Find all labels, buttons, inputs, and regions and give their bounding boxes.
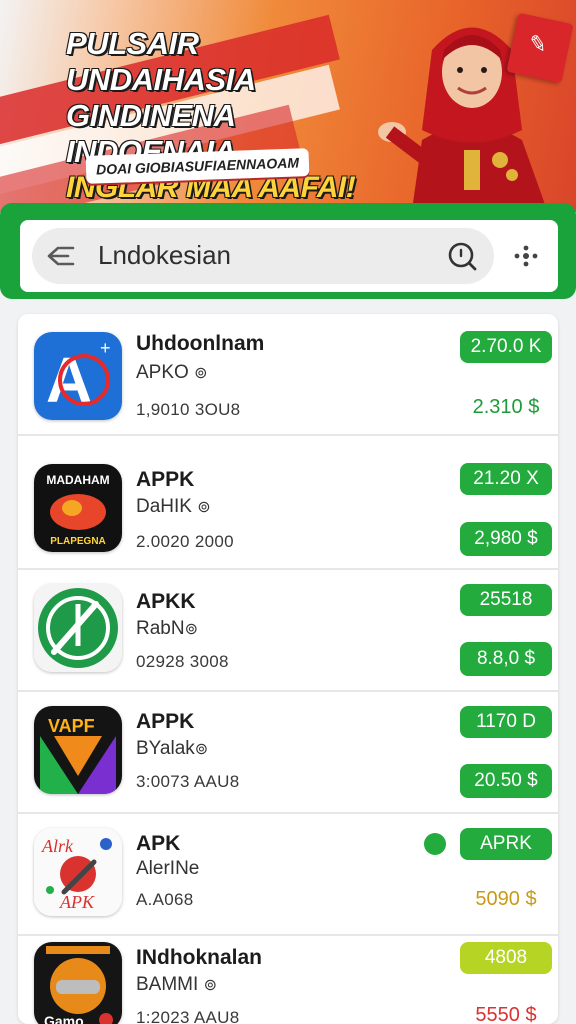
price-button[interactable]: 2,980 $ <box>460 522 552 556</box>
app-subtitle: BYalak⊚ <box>136 738 209 759</box>
app-subtitle: RabN⊚ <box>136 618 198 639</box>
svg-text:Alrk: Alrk <box>41 836 74 856</box>
price-label: 5090 $ <box>475 888 537 910</box>
app-meta: 2.0020 2000 <box>136 532 234 551</box>
size-button[interactable]: 25518 <box>460 584 552 616</box>
price-button[interactable]: 20.50 $ <box>460 764 552 798</box>
svg-text:VAPF: VAPF <box>48 716 95 736</box>
list-item[interactable]: MADAHAM PLAPEGNA APPK DaHIK ⊚ 2.0020 200… <box>18 448 558 570</box>
wrench-logo-icon: Gamo <box>34 942 122 1024</box>
app-meta: 02928 3008 <box>136 652 229 671</box>
app-subtitle: BAMMI ⊚ <box>136 974 217 995</box>
info-icon: ⊚ <box>184 621 198 638</box>
app-icon: Alrk APK <box>34 828 122 916</box>
price-label: 2.310 $ <box>472 396 540 418</box>
svg-text:MADAHAM: MADAHAM <box>46 473 109 487</box>
search-query[interactable]: Lndokesian <box>98 240 231 271</box>
app-meta: A.A068 <box>136 890 194 909</box>
svg-text:Gamo: Gamo <box>44 1013 84 1024</box>
banner-title-line: PULSAIR UNDAIHASIA <box>66 26 256 97</box>
app-name: APPK <box>136 710 195 733</box>
letter-a-icon: A + <box>34 332 122 420</box>
app-list: A + Uhdoonlnam APKO ⊚ 1,9010 3OU8 2.70.0… <box>18 314 558 1024</box>
size-button[interactable]: 1170 D <box>460 706 552 738</box>
price-button[interactable]: 8.8,0 $ <box>460 642 552 676</box>
app-name: Uhdoonlnam <box>136 332 265 355</box>
app-icon: MADAHAM PLAPEGNA <box>34 464 122 552</box>
search-icon[interactable] <box>446 240 478 272</box>
price-label: 5550 $ <box>475 1004 537 1024</box>
info-icon: ⊚ <box>194 741 209 758</box>
size-button[interactable]: 2.70.0 K <box>460 331 552 363</box>
app-name: INdhoknalan <box>136 946 263 969</box>
app-icon <box>34 584 122 672</box>
more-icon[interactable] <box>510 240 542 272</box>
app-icon: Gamo <box>34 942 122 1024</box>
list-item[interactable]: VAPF APPK BYalak⊚ 3:0073 AAU8 1170 D 20.… <box>18 692 558 814</box>
app-subtitle: APKO ⊚ <box>136 362 208 383</box>
green-compass-icon <box>34 584 122 672</box>
status-dot <box>424 833 446 855</box>
size-button[interactable]: 4808 <box>460 942 552 974</box>
app-subtitle: DaHIK ⊚ <box>136 496 211 517</box>
app-meta: 3:0073 AAU8 <box>136 772 240 791</box>
back-arrow-icon[interactable] <box>46 242 78 270</box>
list-item[interactable]: APKK RabN⊚ 02928 3008 25518 8.8,0 $ <box>18 570 558 692</box>
game-logo-icon: MADAHAM PLAPEGNA <box>34 464 122 552</box>
list-item[interactable]: A + Uhdoonlnam APKO ⊚ 1,9010 3OU8 2.70.0… <box>18 314 558 436</box>
app-name: APKK <box>136 590 196 613</box>
info-icon: ⊚ <box>194 365 208 382</box>
svg-text:PLAPEGNA: PLAPEGNA <box>50 536 106 547</box>
geometric-logo-icon: VAPF <box>34 706 122 794</box>
size-button[interactable]: APRK <box>460 828 552 860</box>
info-icon: ⊚ <box>203 977 217 994</box>
list-item[interactable]: Gamo INdhoknalan BAMMI ⊚ 1:2023 AAU8 480… <box>18 936 558 1024</box>
info-icon: ⊚ <box>197 499 211 516</box>
app-name: APK <box>136 832 181 855</box>
promo-banner[interactable]: PULSAIR UNDAIHASIA GINDINENA INDOENAIA I… <box>0 0 576 212</box>
list-item[interactable]: Alrk APK APK AlerINe A.A068 APRK 5090 $ <box>18 814 558 936</box>
red-ball-icon: Alrk APK <box>34 828 122 916</box>
app-name: APPK <box>136 468 195 491</box>
app-meta: 1,9010 3OU8 <box>136 400 241 419</box>
app-subtitle: AlerINe <box>136 858 200 879</box>
app-icon: A + <box>34 332 122 420</box>
app-icon: VAPF <box>34 706 122 794</box>
app-meta: 1:2023 AAU8 <box>136 1008 240 1024</box>
svg-text:+: + <box>100 338 111 358</box>
svg-text:APK: APK <box>59 892 95 912</box>
size-button[interactable]: 21.20 X <box>460 463 552 495</box>
